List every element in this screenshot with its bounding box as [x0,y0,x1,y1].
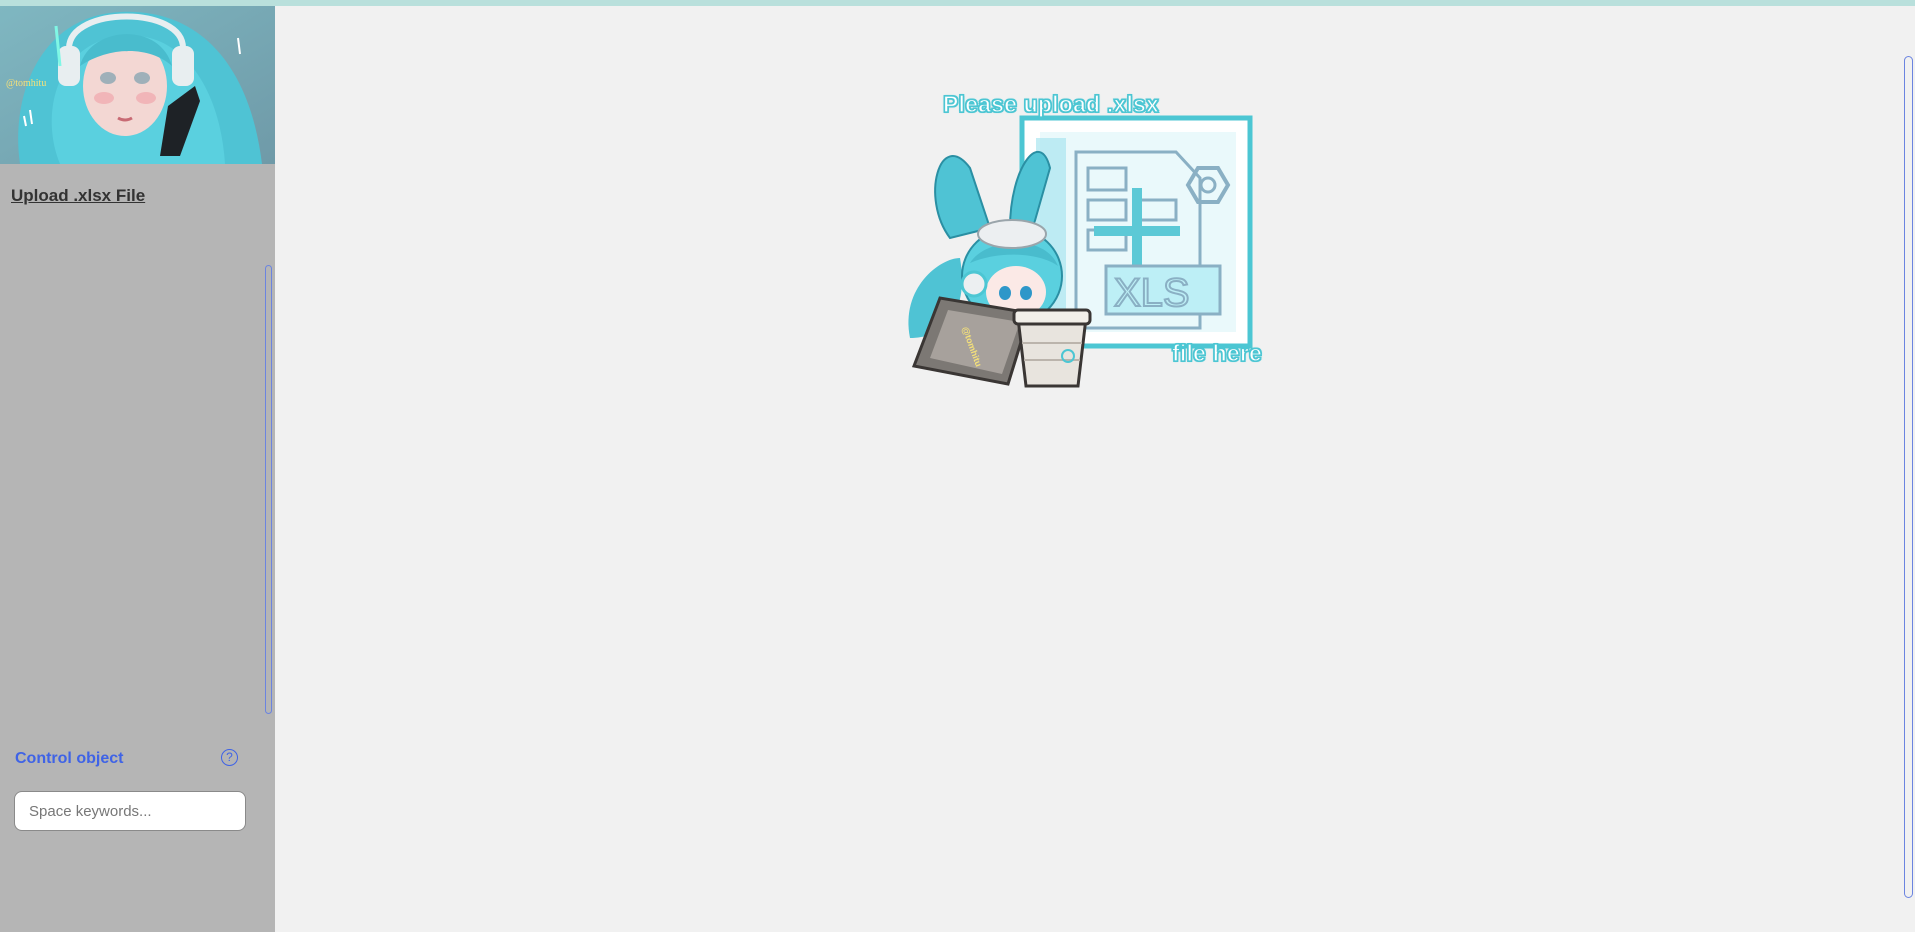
keyword-search-input[interactable] [14,791,246,831]
top-strip [0,0,1915,6]
dropzone-title: Please upload .xlsx [942,90,1160,117]
upload-xlsx-link[interactable]: Upload .xlsx File [11,186,145,206]
main-scrollbar[interactable] [1904,56,1913,898]
banner-watermark: @tomhitu [6,78,46,89]
control-object-label: Control object [15,750,124,767]
sidebar-banner: @tomhitu [0,6,275,164]
dropzone-subtitle: file here [1171,339,1263,366]
xls-label: XLS [1114,271,1190,315]
upload-dropzone[interactable]: XLS @tomhitu Please upload .xlsx file he… [900,88,1280,396]
sidebar: @tomhitu Upload .xlsx File Control objec… [0,6,275,932]
sidebar-scrollbar[interactable] [265,265,272,714]
help-icon[interactable]: ? [221,749,238,766]
